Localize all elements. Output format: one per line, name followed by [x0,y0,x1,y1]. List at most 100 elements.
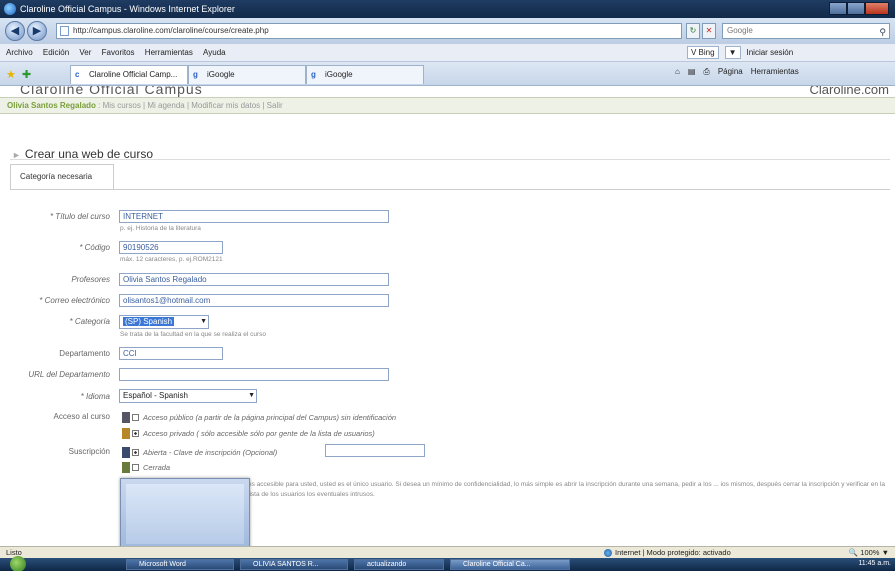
department-url-input[interactable] [119,368,389,381]
chevron-down-icon: ▼ [248,392,255,399]
category-required-box: Categoría necesaria [10,164,114,190]
code-label: * Código [79,243,110,252]
bing-search-box[interactable]: V Bing [687,46,719,59]
user-bar: Olivia Santos Regalado : Mis cursos | Mi… [0,97,895,114]
zoom-value: 100% [860,548,880,557]
google-icon: g [193,70,198,79]
tab-label: Claroline Official Camp... [89,70,178,79]
subscription-closed-radio[interactable] [132,464,139,471]
language-value: Español - Spanish [123,391,188,400]
user-links[interactable]: Mis cursos | Mi agenda | Modificar mis d… [103,101,283,110]
taskbar-thumbnail-preview[interactable] [120,478,250,550]
window-controls [829,2,889,15]
search-icon[interactable]: ⚲ [879,25,886,39]
tab-igoogle-1[interactable]: g iGoogle [188,65,306,84]
access-public-radio[interactable] [132,414,139,421]
subscription-key-input[interactable] [325,444,425,457]
globe-icon [604,548,612,557]
language-label: * Idioma [80,392,110,401]
status-bar: Listo Internet | Modo protegido: activad… [0,546,895,558]
task-word[interactable]: Microsoft Word [126,559,234,570]
closed-subscription-icon [122,462,130,473]
user-name-link[interactable]: Olivia Santos Regalado [7,101,96,110]
tab-claroline-icon: c [75,70,80,79]
private-access-icon [122,428,130,439]
toolbar-dropdown-icon[interactable]: ▼ [724,46,741,59]
site-title[interactable]: Claroline Official Campus [20,86,203,97]
subscription-open-text: Abierta - Clave de inscripción (Opcional… [143,448,278,457]
minimize-button[interactable] [829,2,847,15]
category-value: (SP) Spanish [123,317,175,326]
address-input[interactable]: http://campus.claroline.com/claroline/co… [56,23,682,39]
title-input[interactable]: INTERNET [119,210,389,223]
refresh-icon[interactable]: ↻ [686,23,700,39]
email-input[interactable]: olisantos1@hotmail.com [119,294,389,307]
divider [10,159,890,160]
public-access-icon [122,412,130,423]
address-buttons: ↻ ✕ [686,23,716,39]
chevron-down-icon: ▼ [200,318,207,325]
open-subscription-icon [122,447,130,458]
category-label: * Categoría [69,317,110,326]
department-input[interactable]: CCI [119,347,223,360]
page-icon [60,26,69,36]
access-label: Acceso al curso [53,412,110,421]
site-domain[interactable]: Claroline.com [810,86,889,97]
print-icon[interactable]: ⎙ [703,67,709,77]
access-private-text: Acceso privado ( sólo accesible sólo por… [143,429,375,438]
favorites-star-icon[interactable]: ★ [6,68,16,81]
menu-bar: Archivo Edición Ver Favoritos Herramient… [0,44,895,62]
tools-menu-button[interactable]: Herramientas [751,67,799,77]
subscription-open-radio[interactable] [132,449,139,456]
internet-explorer-icon [4,3,16,15]
code-input[interactable]: 90190526 [119,241,223,254]
access-private-radio[interactable] [132,430,139,437]
command-buttons: ⌂ ▤ ⎙ Página Herramientas [675,67,799,77]
search-input[interactable]: Google ⚲ [722,23,890,39]
forward-button[interactable]: ▶ [27,21,47,41]
subscription-open-option[interactable]: Abierta - Clave de inscripción (Opcional… [122,447,277,458]
divider [113,189,890,190]
category-select[interactable]: (SP) Spanish ▼ [119,315,209,329]
task-document[interactable]: OLIVIA SANTOS R... [240,559,348,570]
task-ie-claroline[interactable]: Claroline Official Ca... [450,559,570,570]
tab-igoogle-2[interactable]: g iGoogle [306,65,424,84]
start-button[interactable] [10,556,26,571]
menu-right-tools: V Bing ▼ Iniciar sesión [687,46,793,59]
subscription-closed-option[interactable]: Cerrada [122,462,170,473]
menu-ayuda[interactable]: Ayuda [203,48,226,57]
zoom-level[interactable]: 🔍 100% ▼ [849,548,889,557]
page-content: Claroline Official Campus Claroline.com … [0,86,895,546]
stop-icon[interactable]: ✕ [702,23,716,39]
menu-herramientas[interactable]: Herramientas [145,48,193,57]
security-zone: Internet | Modo protegido: activado [604,548,731,557]
tab-bar: ★ ✚ c Claroline Official Camp... g iGoog… [0,62,895,86]
zone-text: Internet | Modo protegido: activado [615,548,731,557]
address-toolbar: ◀ ▶ http://campus.claroline.com/clarolin… [0,18,895,44]
category-hint: Se trata de la facultad en la que se rea… [120,331,266,338]
language-select[interactable]: Español - Spanish ▼ [119,389,257,403]
page-menu-button[interactable]: Página [718,67,743,77]
close-button[interactable] [865,2,889,15]
add-favorite-icon[interactable]: ✚ [22,68,31,81]
tab-label: iGoogle [325,70,353,79]
maximize-button[interactable] [847,2,865,15]
access-private-option[interactable]: Acceso privado ( sólo accesible sólo por… [122,428,375,439]
back-button[interactable]: ◀ [5,21,25,41]
window-titlebar: Claroline Official Campus - Windows Inte… [0,0,895,18]
access-public-option[interactable]: Acceso público (a partir de la página pr… [122,412,396,423]
menu-archivo[interactable]: Archivo [6,48,33,57]
teachers-input[interactable]: Olivia Santos Regalado [119,273,389,286]
home-icon[interactable]: ⌂ [675,67,680,77]
menu-edicion[interactable]: Edición [43,48,69,57]
feeds-icon[interactable]: ▤ [688,67,696,77]
menu-favoritos[interactable]: Favoritos [102,48,135,57]
clock[interactable]: 11:45 a.m. [858,560,891,567]
login-link[interactable]: Iniciar sesión [747,48,794,57]
subscription-label: Suscripción [68,447,110,456]
menu-ver[interactable]: Ver [79,48,91,57]
department-url-label: URL del Departamento [28,370,110,379]
subscription-note: es accesible para usted, usted es el úni… [248,481,885,498]
tab-claroline[interactable]: c Claroline Official Camp... [70,65,188,84]
task-updating[interactable]: actualizando [354,559,444,570]
